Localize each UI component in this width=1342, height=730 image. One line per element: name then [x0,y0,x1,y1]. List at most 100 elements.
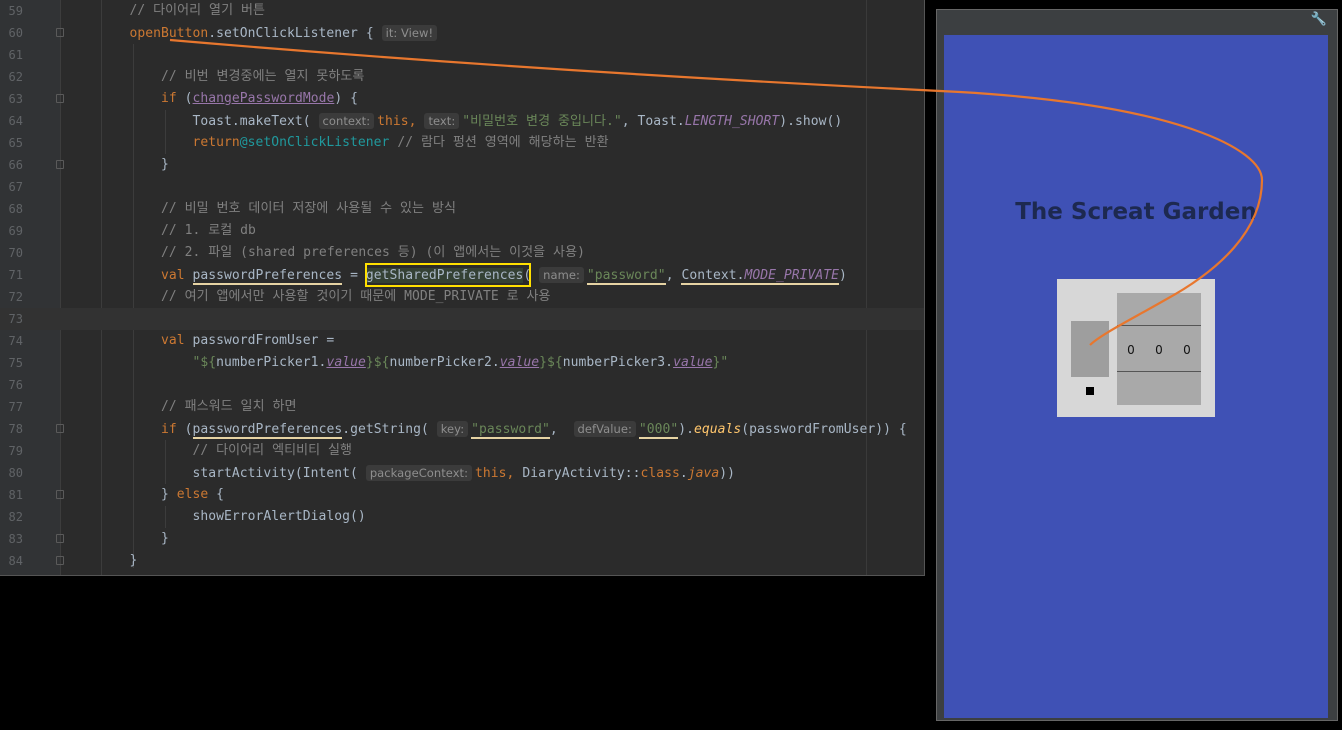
code-token: , Toast. [621,114,685,129]
device-screen[interactable]: The Screat Garden 0 0 0 [944,35,1328,718]
code-token: equals [694,422,742,437]
code-token: "password" [586,268,666,285]
code-token: value [499,355,540,370]
code-token: ). [678,422,695,437]
parameter-hint: key: [436,421,469,437]
code-text: return@setOnClickListener // 람다 펑션 영역에 해… [98,132,609,154]
code-line[interactable]: 77 // 패스워드 일치 하면 [0,396,924,418]
lock-panel: 0 0 0 [1057,279,1215,417]
code-line[interactable]: 75 "${numberPicker1.value}${numberPicker… [0,352,924,374]
code-token: // 1. 로컬 db [98,223,256,238]
fold-marker-icon[interactable] [56,28,64,37]
code-token: )) [719,466,736,481]
code-text: val passwordFromUser = [98,330,334,352]
code-token: "${ [98,355,217,370]
app-title: The Screat Garden [1015,199,1257,225]
code-token: // 다이어리 엑티비티 실행 [98,443,353,458]
code-text: // 비번 변경중에는 열지 못하도록 [98,66,364,88]
code-text: "${numberPicker1.value}${numberPicker2.v… [98,352,729,374]
fold-marker-icon[interactable] [56,556,64,565]
code-token: if [98,422,185,437]
code-line[interactable]: 67 [0,176,924,198]
emulator-toolbar: 🔧 [937,10,1337,32]
code-line[interactable]: 78 if (passwordPreferences.getString( ke… [0,418,924,440]
number-picker-1[interactable]: 0 [1124,343,1138,357]
line-number: 84 [8,554,23,568]
code-line[interactable]: 59 // 다이어리 열기 버튼 [0,0,924,22]
code-line[interactable]: 84 } [0,550,924,572]
fold-marker-icon[interactable] [56,160,64,169]
code-token: java [687,466,720,481]
fold-marker-icon[interactable] [56,534,64,543]
parameter-hint: name: [539,267,584,283]
code-line[interactable]: 82 showErrorAlertDialog() [0,506,924,528]
code-token: passwordFromUser = [192,333,335,348]
code-line[interactable]: 76 [0,374,924,396]
code-text: } else { [98,484,224,506]
code-text: showErrorAlertDialog() [98,506,366,528]
line-number: 67 [8,180,23,194]
code-text: // 비밀 번호 데이터 저장에 사용될 수 있는 방식 [98,198,456,220]
code-token: // 람다 펑션 영역에 해당하는 반환 [389,135,609,150]
line-number: 63 [8,92,23,106]
code-line[interactable]: 70 // 2. 파일 (shared preferences 등) (이 앱에… [0,242,924,264]
code-token: // 패스워드 일치 하면 [98,399,297,414]
code-token: if [98,91,185,106]
code-token: else [176,487,217,502]
number-picker-3[interactable]: 0 [1180,343,1194,357]
code-line[interactable]: 73 [0,308,924,330]
code-line[interactable]: 68 // 비밀 번호 데이터 저장에 사용될 수 있는 방식 [0,198,924,220]
code-editor[interactable]: 59 // 다이어리 열기 버튼 60 openButton.setOnClick… [0,0,925,576]
code-line[interactable]: 64 Toast.makeText( context: this, text: "비… [0,110,924,132]
line-number: 66 [8,158,23,172]
code-line[interactable]: 65 return@setOnClickListener // 람다 펑션 영역… [0,132,924,154]
code-line[interactable]: 79 // 다이어리 엑티비티 실행 [0,440,924,462]
code-line[interactable]: 81 } else { [0,484,924,506]
picker-divider-top [1117,325,1201,326]
parameter-hint: defValue: [573,421,636,437]
get-shared-preferences-highlight-box [365,263,531,287]
change-password-button[interactable] [1086,387,1094,395]
code-token: @setOnClickListener [239,135,390,150]
code-line[interactable]: 61 [0,44,924,66]
code-line[interactable]: 66 } [0,154,924,176]
line-number: 62 [8,70,23,84]
parameter-hint: it: View! [381,25,438,41]
line-number: 69 [8,224,23,238]
parameter-hint: context: [318,113,375,129]
code-line[interactable]: 69 // 1. 로컬 db [0,220,924,242]
code-token: value [673,355,713,370]
line-number: 64 [8,114,23,128]
code-token: numberPicker2. [389,355,500,370]
code-line[interactable]: 80 startActivity(Intent( packageContext:… [0,462,924,484]
number-picker-2[interactable]: 0 [1152,343,1166,357]
code-text: // 1. 로컬 db [98,220,256,242]
code-line[interactable]: 60 openButton.setOnClickListener { it: V… [0,22,924,44]
code-token: return [98,135,240,150]
code-token: (passwordFromUser)) { [741,422,907,437]
code-line[interactable]: 74 val passwordFromUser = [0,330,924,352]
line-number: 83 [8,532,23,546]
code-line[interactable]: 72 // 여기 앱에서만 사용할 것이기 때문에 MODE_PRIVATE 로… [0,286,924,308]
line-number: 81 [8,488,23,502]
wrench-icon[interactable]: 🔧 [1311,12,1327,27]
code-text: } [98,550,138,572]
code-text: if (changePasswordMode) { [98,88,358,110]
fold-marker-icon[interactable] [56,424,64,433]
code-line[interactable]: 62 // 비번 변경중에는 열지 못하도록 [0,66,924,88]
line-number: 80 [8,466,23,480]
code-token: "000" [638,422,679,439]
code-line[interactable]: 83 } [0,528,924,550]
code-text: } [98,528,169,550]
fold-marker-icon[interactable] [56,490,64,499]
code-line[interactable]: 63 if (changePasswordMode) { [0,88,924,110]
fold-marker-icon[interactable] [56,94,64,103]
code-token: numberPicker3. [562,355,674,370]
code-token: val [98,268,193,283]
code-token: Toast.makeText( [98,114,319,129]
emulator-window[interactable]: 🔧 The Screat Garden 0 0 0 [936,9,1338,721]
open-button[interactable] [1071,321,1109,377]
code-token: "비밀번호 변경 중입니다." [462,114,622,129]
code-token: // 비밀 번호 데이터 저장에 사용될 수 있는 방식 [98,201,456,216]
number-pickers[interactable]: 0 0 0 [1117,293,1201,405]
